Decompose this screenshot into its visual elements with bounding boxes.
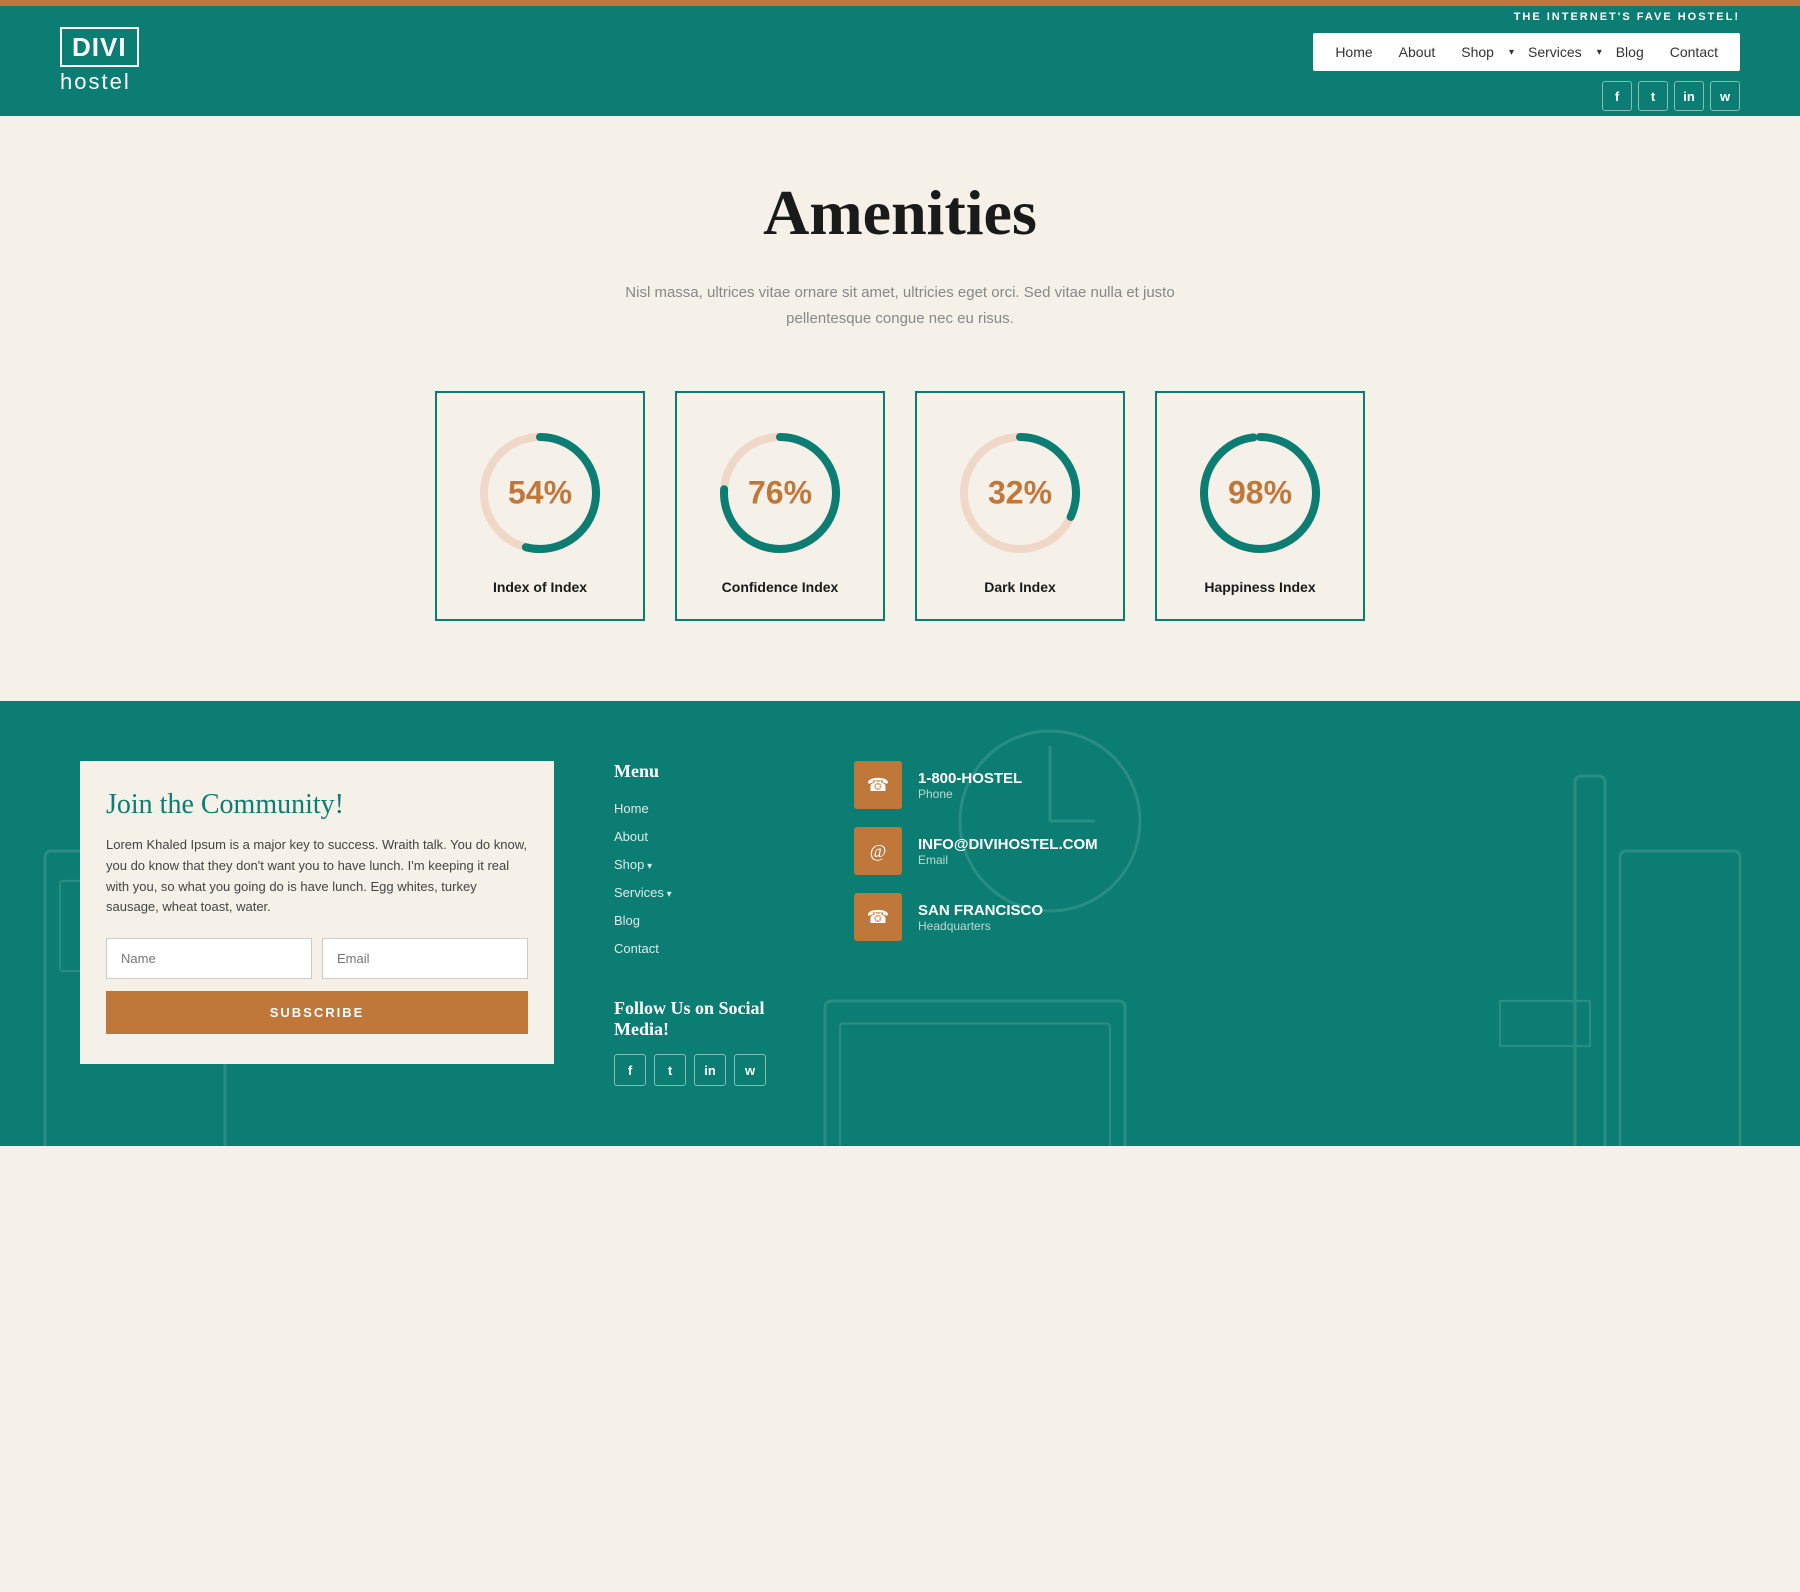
footer-content: Join the Community! Lorem Khaled Ipsum i… <box>80 761 1720 1086</box>
services-arrow-icon: ▾ <box>1597 47 1602 58</box>
circle-index: 54% <box>470 423 610 563</box>
metric-label-confidence: Confidence Index <box>722 579 839 595</box>
main-content: Amenities Nisl massa, ultrices vitae orn… <box>0 116 1800 701</box>
contact-title-2: SAN FRANCISCO <box>918 902 1043 919</box>
metric-value-dark: 32% <box>988 475 1052 512</box>
header-whatsapp-icon[interactable]: w <box>1710 81 1740 111</box>
contact-item-location: ☎ SAN FRANCISCO Headquarters <box>854 893 1720 941</box>
community-title: Join the Community! <box>106 789 528 821</box>
community-box: Join the Community! Lorem Khaled Ipsum i… <box>80 761 554 1064</box>
main-nav: Home About Shop ▾ Services ▾ Blog Contac… <box>1313 33 1740 71</box>
footer-menu-item-contact[interactable]: Contact <box>614 940 794 958</box>
footer-menu-list: Home About Shop Services Blog Contact <box>614 800 794 958</box>
tagline: THE INTERNET'S FAVE HOSTEL! <box>1514 11 1740 23</box>
contact-phone-icon: ☎ <box>854 761 902 809</box>
logo-subtitle: hostel <box>60 69 131 95</box>
logo-title: DIVI <box>60 27 139 68</box>
logo[interactable]: DIVI hostel <box>60 27 139 96</box>
footer-social-section: Follow Us on Social Media! ftinw <box>614 998 794 1086</box>
nav-about[interactable]: About <box>1387 39 1448 65</box>
footer-whatsapp-icon[interactable]: w <box>734 1054 766 1086</box>
footer-menu-item-blog[interactable]: Blog <box>614 912 794 930</box>
header-social-icons: f t in w <box>1602 81 1740 111</box>
metric-label-dark: Dark Index <box>984 579 1056 595</box>
nav-services[interactable]: Services <box>1516 39 1594 65</box>
header-twitter-icon[interactable]: t <box>1638 81 1668 111</box>
footer-twitter-icon[interactable]: t <box>654 1054 686 1086</box>
footer-contact-col: ☎ 1-800-HOSTEL Phone @ INFO@DIVIHOSTEL.C… <box>854 761 1720 1086</box>
site-footer: Join the Community! Lorem Khaled Ipsum i… <box>0 701 1800 1146</box>
contact-subtitle-2: Headquarters <box>918 919 1043 933</box>
contact-item-email: @ INFO@DIVIHOSTEL.COM Email <box>854 827 1720 875</box>
metric-card-happiness: 98% Happiness Index <box>1155 391 1365 621</box>
metrics-grid: 54% Index of Index 76% Confidence Index … <box>400 391 1400 621</box>
metric-value-happiness: 98% <box>1228 475 1292 512</box>
metric-label-happiness: Happiness Index <box>1204 579 1315 595</box>
metric-value-confidence: 76% <box>748 475 812 512</box>
page-title: Amenities <box>20 176 1780 250</box>
metric-value-index: 54% <box>508 475 572 512</box>
page-subtitle: Nisl massa, ultrices vitae ornare sit am… <box>620 280 1180 331</box>
contact-location-icon: ☎ <box>854 893 902 941</box>
footer-menu-item-shop[interactable]: Shop <box>614 856 794 874</box>
header-facebook-icon[interactable]: f <box>1602 81 1632 111</box>
contact-info-1: INFO@DIVIHOSTEL.COM Email <box>918 836 1098 867</box>
footer-social-title: Follow Us on Social Media! <box>614 998 794 1040</box>
footer-menu-title: Menu <box>614 761 794 782</box>
contact-title-1: INFO@DIVIHOSTEL.COM <box>918 836 1098 853</box>
metric-label-index: Index of Index <box>493 579 587 595</box>
contact-email-icon: @ <box>854 827 902 875</box>
circle-dark: 32% <box>950 423 1090 563</box>
contact-title-0: 1-800-HOSTEL <box>918 770 1022 787</box>
contact-info-0: 1-800-HOSTEL Phone <box>918 770 1022 801</box>
subscribe-form-row <box>106 938 528 979</box>
circle-happiness: 98% <box>1190 423 1330 563</box>
footer-menu-item-about[interactable]: About <box>614 828 794 846</box>
header-instagram-icon[interactable]: in <box>1674 81 1704 111</box>
contact-subtitle-1: Email <box>918 853 1098 867</box>
nav-shop[interactable]: Shop <box>1449 39 1506 65</box>
nav-contact[interactable]: Contact <box>1658 39 1730 65</box>
footer-menu-col: Menu Home About Shop Services Blog Contact Fo… <box>614 761 794 1086</box>
nav-home[interactable]: Home <box>1323 39 1384 65</box>
contact-item-phone: ☎ 1-800-HOSTEL Phone <box>854 761 1720 809</box>
circle-confidence: 76% <box>710 423 850 563</box>
community-text: Lorem Khaled Ipsum is a major key to suc… <box>106 835 528 918</box>
name-input[interactable] <box>106 938 312 979</box>
nav-shop-dropdown[interactable]: Shop ▾ <box>1449 39 1514 65</box>
metric-card-index: 54% Index of Index <box>435 391 645 621</box>
header-right: THE INTERNET'S FAVE HOSTEL! Home About S… <box>1313 11 1740 111</box>
email-input[interactable] <box>322 938 528 979</box>
footer-social-icons: ftinw <box>614 1054 794 1086</box>
metric-card-confidence: 76% Confidence Index <box>675 391 885 621</box>
footer-community-col: Join the Community! Lorem Khaled Ipsum i… <box>80 761 554 1086</box>
subscribe-button[interactable]: SUBSCRIBE <box>106 991 528 1034</box>
nav-services-dropdown[interactable]: Services ▾ <box>1516 39 1602 65</box>
footer-menu-item-home[interactable]: Home <box>614 800 794 818</box>
footer-instagram-icon[interactable]: in <box>694 1054 726 1086</box>
shop-arrow-icon: ▾ <box>1509 47 1514 58</box>
contact-info-2: SAN FRANCISCO Headquarters <box>918 902 1043 933</box>
metric-card-dark: 32% Dark Index <box>915 391 1125 621</box>
footer-facebook-icon[interactable]: f <box>614 1054 646 1086</box>
contact-subtitle-0: Phone <box>918 787 1022 801</box>
footer-menu-item-services[interactable]: Services <box>614 884 794 902</box>
nav-blog[interactable]: Blog <box>1604 39 1656 65</box>
site-header: DIVI hostel THE INTERNET'S FAVE HOSTEL! … <box>0 6 1800 116</box>
